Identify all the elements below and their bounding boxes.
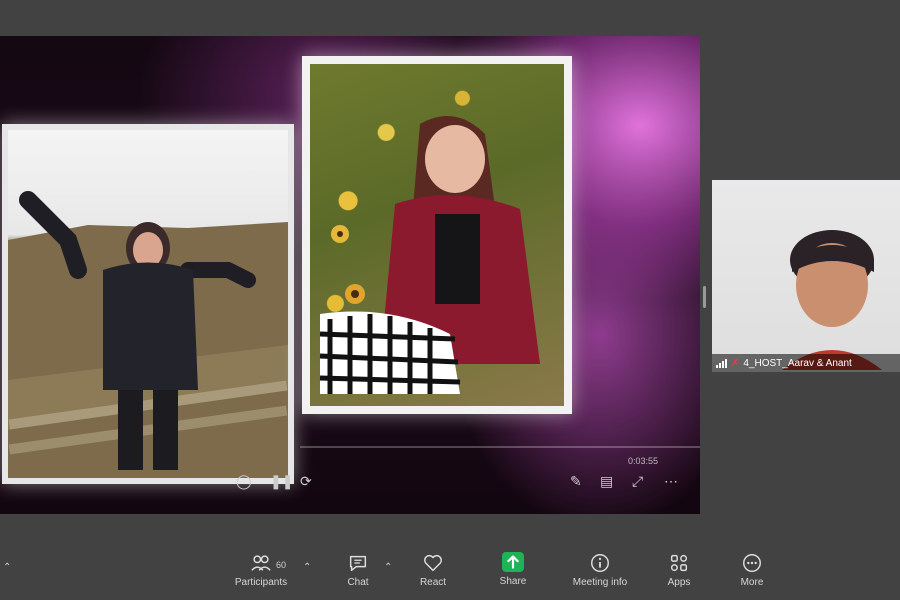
react-label: React: [419, 577, 447, 588]
slideshow-photo-right: [302, 56, 572, 414]
meeting-info-button[interactable]: Meeting info: [565, 552, 635, 588]
share-icon: [502, 552, 524, 572]
participant-name: 4_HOST_Aarav & Anant: [743, 357, 852, 369]
shared-screen: 0:03:55 ◯ ❚❚ ⟳ ✎ ▤ ⤢ ⋯: [0, 36, 700, 514]
more-label: More: [740, 577, 764, 588]
apps-icon: [670, 554, 688, 572]
view-icon[interactable]: ◯: [236, 474, 252, 488]
video-timestamp: 0:03:55: [627, 456, 658, 466]
pause-icon[interactable]: ❚❚: [270, 474, 293, 488]
slideshow-photo-left: [2, 124, 294, 484]
chat-icon: [349, 555, 367, 572]
participant-avatar: [782, 230, 882, 370]
meeting-info-label: Meeting info: [572, 577, 628, 588]
signal-strength-icon: [716, 358, 727, 368]
participants-caret-icon[interactable]: ⌃: [303, 562, 311, 573]
apps-label: Apps: [667, 577, 691, 588]
share-label: Share: [499, 576, 527, 587]
left-caret-icon[interactable]: ⌃: [3, 562, 11, 573]
participant-video-tile[interactable]: ✗ 4_HOST_Aarav & Anant: [712, 180, 900, 372]
rotate-icon[interactable]: ⟳: [300, 474, 312, 488]
more-options-icon[interactable]: ⋯: [664, 474, 678, 488]
participants-count: 60: [276, 560, 287, 570]
chat-label: Chat: [347, 577, 369, 588]
video-progress-bar[interactable]: [300, 446, 700, 448]
apps-button[interactable]: Apps: [644, 552, 714, 588]
panel-resize-handle[interactable]: [703, 286, 706, 308]
heart-icon: [424, 554, 442, 572]
participants-button[interactable]: Participants: [226, 552, 296, 588]
participants-icon: [251, 555, 271, 571]
participants-label: Participants: [234, 577, 288, 588]
pencil-icon[interactable]: ✎: [570, 474, 582, 488]
chat-caret-icon[interactable]: ⌃: [384, 562, 392, 573]
share-button[interactable]: Share: [478, 552, 548, 587]
react-button[interactable]: React: [398, 552, 468, 588]
chat-button[interactable]: Chat: [323, 552, 393, 588]
participant-name-bar: ✗ 4_HOST_Aarav & Anant: [712, 354, 900, 372]
more-button[interactable]: More: [717, 552, 787, 588]
collapse-icon[interactable]: ⤢: [632, 474, 643, 488]
caption-icon[interactable]: ▤: [600, 474, 613, 488]
ellipsis-icon: [743, 554, 761, 572]
info-icon: [591, 554, 609, 572]
mic-muted-icon: ✗: [731, 357, 740, 369]
